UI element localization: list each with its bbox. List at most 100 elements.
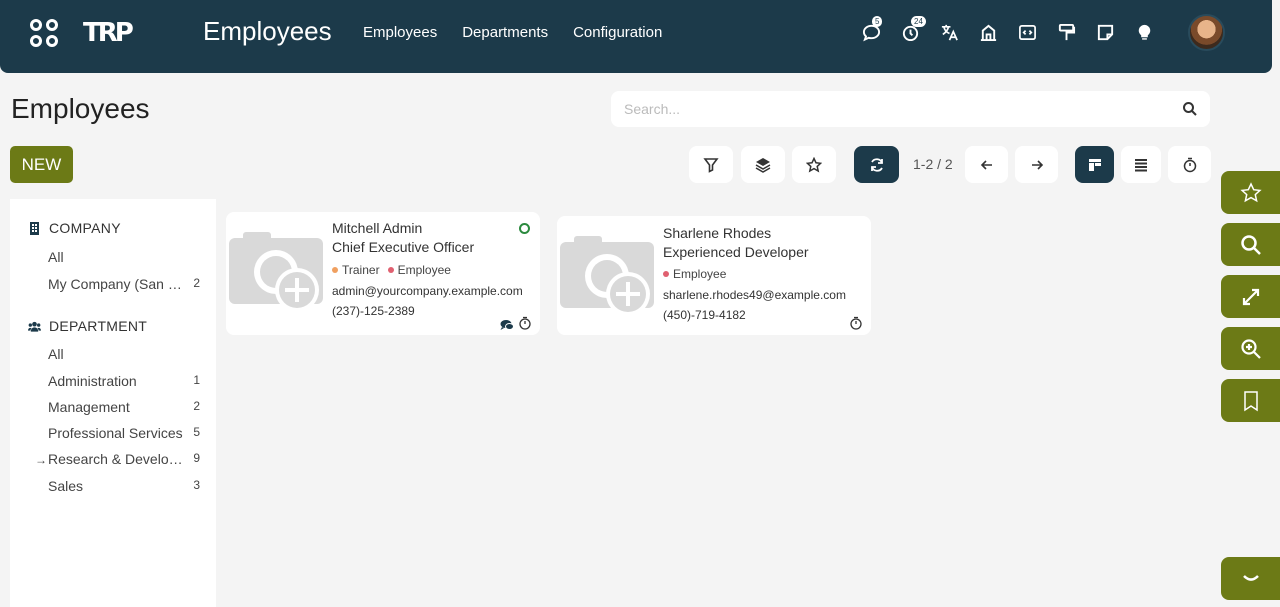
chat-badge: 5 — [872, 16, 883, 27]
group-by-button[interactable] — [741, 146, 785, 183]
company-header-label: COMPANY — [49, 220, 121, 236]
note-icon[interactable] — [1094, 20, 1116, 44]
employee-email: admin@yourcompany.example.com — [332, 284, 523, 298]
search-bar — [611, 91, 1210, 127]
star-icon — [1239, 181, 1262, 202]
tag-employee: Employee — [663, 267, 726, 281]
department-item-sales[interactable]: Sales 3 — [48, 478, 200, 494]
layers-icon — [755, 157, 771, 173]
employee-email: sharlene.rhodes49@example.com — [663, 288, 846, 302]
kanban-icon — [1088, 158, 1101, 171]
arrow-left-icon — [980, 159, 992, 170]
refresh-icon — [870, 157, 883, 172]
arrow-right-icon — [1031, 159, 1043, 170]
stopwatch-icon[interactable] — [849, 316, 863, 330]
expand-arrow-icon[interactable]: → — [35, 453, 47, 467]
bookmark-icon — [1243, 390, 1258, 411]
lightbulb-icon[interactable] — [1133, 20, 1155, 44]
systray: 5 24 — [860, 16, 1155, 44]
employee-tags: Employee — [663, 267, 726, 281]
menu-departments[interactable]: Departments — [462, 24, 548, 41]
company-section-header: COMPANY — [28, 220, 121, 236]
placeholder-photo-icon — [229, 232, 323, 312]
chevron-down-icon — [1242, 574, 1259, 581]
sidebar-item-label: Sales — [48, 478, 84, 494]
new-button[interactable]: NEW — [10, 146, 73, 183]
company-icon[interactable] — [977, 20, 999, 44]
sidebar-item-count: 2 — [193, 276, 200, 290]
employee-job-title: Experienced Developer — [663, 244, 809, 260]
translate-icon[interactable] — [938, 20, 960, 44]
sidebar-item-label: Professional Services — [48, 425, 183, 441]
chat-bubbles-icon[interactable] — [500, 318, 514, 332]
company-item-my-company[interactable]: My Company (San Francisco) 2 — [48, 276, 200, 292]
building-icon — [30, 221, 39, 235]
employee-card[interactable]: Mitchell Admin Chief Executive Officer T… — [226, 212, 540, 335]
employee-phone: (237)-125-2389 — [332, 304, 415, 318]
user-avatar[interactable] — [1188, 14, 1225, 51]
department-item-professional-services[interactable]: Professional Services 5 — [48, 425, 200, 441]
apps-menu-icon[interactable] — [30, 19, 58, 47]
refresh-button[interactable] — [854, 146, 899, 183]
floating-collapse-button[interactable] — [1221, 557, 1280, 600]
search-icon[interactable] — [1182, 101, 1198, 117]
code-icon[interactable] — [1016, 20, 1038, 44]
department-header-label: DEPARTMENT — [49, 318, 148, 334]
employee-card[interactable]: Sharlene Rhodes Experienced Developer Em… — [557, 216, 871, 335]
company-logo: TRP — [83, 18, 134, 48]
expand-icon — [1242, 288, 1259, 305]
activity-view-button[interactable] — [1168, 146, 1211, 183]
chat-icon[interactable]: 5 — [860, 16, 883, 44]
pager-value[interactable]: 1-2 / 2 — [913, 156, 953, 172]
search-input[interactable] — [611, 91, 1171, 127]
department-item-all[interactable]: All — [48, 346, 200, 362]
department-section-header: DEPARTMENT — [28, 318, 147, 334]
list-icon — [1135, 158, 1147, 171]
filter-icon — [703, 157, 719, 173]
sidebar-item-label: Administration — [48, 373, 137, 389]
star-icon — [806, 156, 822, 172]
sidebar-item-count: 2 — [193, 399, 200, 413]
sidebar-item-label: Research & Development — [48, 451, 186, 467]
app-title: Employees — [203, 16, 332, 46]
floating-search-button[interactable] — [1221, 223, 1280, 266]
sidebar-item-count: 3 — [193, 478, 200, 492]
employee-name: Sharlene Rhodes — [663, 225, 772, 241]
sidebar-item-label: Management — [48, 399, 130, 415]
stopwatch-icon — [1183, 157, 1196, 172]
activity-clock-icon[interactable]: 24 — [899, 16, 926, 44]
filter-button[interactable] — [689, 146, 733, 183]
search-panel: COMPANY All My Company (San Francisco) 2… — [10, 199, 216, 607]
floating-zoom-button[interactable] — [1221, 327, 1280, 370]
employee-phone: (450)-719-4182 — [663, 308, 746, 322]
kanban-view-button[interactable] — [1075, 146, 1114, 183]
department-item-research-development[interactable]: Research & Development 9 — [48, 451, 200, 467]
menu-employees[interactable]: Employees — [363, 24, 437, 41]
favorites-button[interactable] — [792, 146, 836, 183]
employee-tags: Trainer Employee — [332, 263, 451, 277]
department-item-management[interactable]: Management 2 — [48, 399, 200, 415]
main-menu: Employees Departments Configuration — [363, 24, 662, 41]
company-item-all[interactable]: All — [48, 249, 200, 265]
zoom-in-icon — [1240, 338, 1261, 359]
pager-next-button[interactable] — [1015, 146, 1058, 183]
list-view-button[interactable] — [1121, 146, 1161, 183]
sidebar-item-label: All — [48, 346, 64, 362]
search-icon — [1240, 234, 1261, 255]
page-title: Employees — [11, 93, 150, 124]
floating-favorite-button[interactable] — [1221, 171, 1280, 214]
sidebar-item-count: 9 — [193, 451, 200, 465]
menu-configuration[interactable]: Configuration — [573, 24, 662, 41]
sidebar-item-label: My Company (San Francisco) — [48, 276, 184, 292]
stopwatch-icon[interactable] — [518, 316, 532, 330]
floating-expand-button[interactable] — [1221, 275, 1280, 318]
department-item-administration[interactable]: Administration 1 — [48, 373, 200, 389]
paint-roller-icon[interactable] — [1055, 20, 1077, 44]
sidebar-item-count: 5 — [193, 425, 200, 439]
users-icon — [28, 321, 41, 332]
tag-employee: Employee — [388, 263, 451, 277]
floating-bookmark-button[interactable] — [1221, 379, 1280, 422]
pager-previous-button[interactable] — [965, 146, 1008, 183]
placeholder-photo-icon — [560, 236, 654, 316]
activity-badge: 24 — [911, 16, 926, 27]
